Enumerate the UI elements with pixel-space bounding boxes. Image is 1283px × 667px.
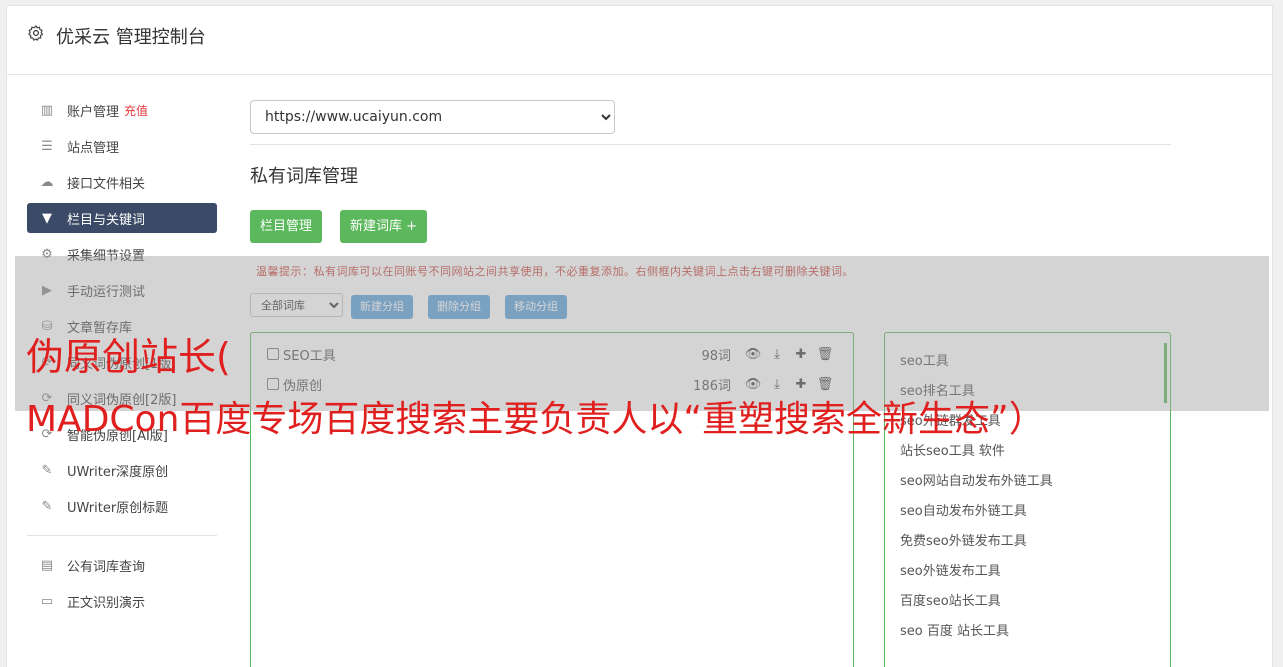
sidebar-item-uwriter-title[interactable]: ✎ UWriter原创标题 — [27, 491, 217, 521]
site-select[interactable]: https://www.ucaiyun.com — [250, 100, 615, 134]
sidebar-item-uwriter-deep[interactable]: ✎ UWriter深度原创 — [27, 455, 217, 485]
sidebar-item-label: 接口文件相关 — [67, 176, 146, 192]
edit-icon: ✎ — [41, 462, 53, 478]
app-title: 优采云 管理控制台 — [56, 27, 206, 48]
gear-icon — [28, 25, 44, 41]
overlay-title-line1: 伪原创站长( — [26, 335, 231, 379]
sidebar-item-sites[interactable]: ☰ 站点管理 — [27, 131, 217, 161]
new-library-button[interactable]: 新建词库 + — [340, 210, 428, 243]
sidebar-item-label: 栏目与关键词 — [67, 212, 146, 228]
header: 优采云 管理控制台 — [7, 6, 1272, 75]
monitor-icon: ▭ — [40, 593, 54, 609]
server-icon: ☰ — [41, 138, 53, 154]
sidebar-item-label: UWriter原创标题 — [67, 500, 169, 516]
sidebar-item-label: UWriter深度原创 — [67, 464, 169, 480]
keyword-item[interactable]: seo网站自动发布外链工具 — [900, 470, 1053, 489]
sidebar-item-text-detect[interactable]: ▭ 正文识别演示 — [27, 586, 217, 616]
divider — [250, 144, 1171, 145]
keyword-item[interactable]: 站长seo工具 软件 — [900, 440, 1005, 459]
overlay-band — [15, 256, 1269, 411]
sidebar-item-label: 正文识别演示 — [67, 595, 146, 611]
recharge-link[interactable]: 充值 — [124, 102, 148, 119]
edit-icon: ✎ — [41, 498, 53, 514]
sidebar-item-columns-keywords[interactable]: ▼ 栏目与关键词 — [27, 203, 217, 233]
sidebar-item-label: 公有词库查询 — [67, 559, 146, 575]
sidebar-item-account[interactable]: ▥ 账户管理 充值 — [27, 95, 217, 125]
sidebar-item-label: 账户管理 — [67, 104, 120, 120]
sidebar-divider — [27, 535, 217, 536]
sidebar-item-label: 站点管理 — [67, 140, 120, 156]
cloud-upload-icon: ☁ — [40, 174, 54, 190]
sidebar-item-api-files[interactable]: ☁ 接口文件相关 — [27, 167, 217, 197]
keyword-item[interactable]: seo 百度 站长工具 — [900, 620, 1009, 639]
keyword-item[interactable]: 百度seo站长工具 — [900, 590, 1001, 609]
sidebar-item-public-lib[interactable]: ▤ 公有词库查询 — [27, 550, 217, 580]
book-icon: ▤ — [40, 557, 54, 573]
overlay-title-line2: MADCon百度专场百度搜索主要负责人以“重塑搜索全新生态”） — [26, 399, 1045, 440]
section-title: 私有词库管理 — [250, 166, 358, 187]
column-manage-button[interactable]: 栏目管理 — [250, 210, 323, 243]
filter-icon: ▼ — [42, 210, 52, 226]
keyword-item[interactable]: 免费seo外链发布工具 — [900, 530, 1027, 549]
bar-chart-icon: ▥ — [40, 102, 54, 118]
keyword-item[interactable]: seo自动发布外链工具 — [900, 500, 1027, 519]
keyword-item[interactable]: seo外链发布工具 — [900, 560, 1001, 579]
